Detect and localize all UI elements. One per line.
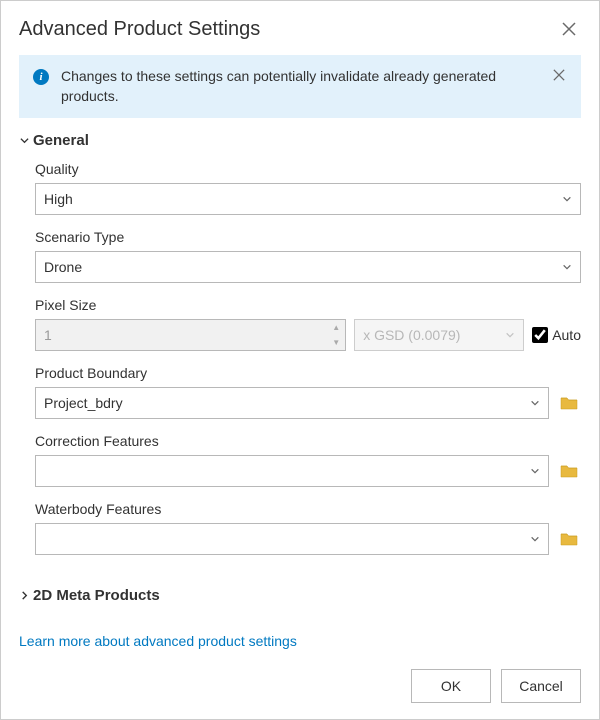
info-banner: Changes to these settings can potentiall… [19, 55, 581, 118]
scenario-type-select[interactable]: Drone [35, 251, 581, 283]
folder-icon [560, 463, 578, 479]
quality-select[interactable]: High [35, 183, 581, 215]
product-boundary-select[interactable]: Project_bdry [35, 387, 549, 419]
field-pixel-size: Pixel Size ▲▼ x GSD (0.0079) Auto [35, 297, 581, 351]
pixel-size-label: Pixel Size [35, 297, 581, 313]
section-header-general[interactable]: General [19, 132, 581, 149]
field-scenario-type: Scenario Type Drone [35, 229, 581, 283]
waterbody-features-browse-button[interactable] [557, 527, 581, 551]
auto-checkbox-label: Auto [552, 327, 581, 343]
product-boundary-browse-button[interactable] [557, 391, 581, 415]
pixel-size-input [35, 319, 346, 351]
section-body-general: Quality High Scenario Type Drone Pixel S… [19, 161, 581, 569]
caret-right-icon [19, 591, 29, 600]
gsd-unit-select: x GSD (0.0079) [354, 319, 524, 351]
dialog-header: Advanced Product Settings [19, 17, 581, 41]
quality-label: Quality [35, 161, 581, 177]
correction-features-select[interactable] [35, 455, 549, 487]
caret-down-icon [19, 136, 29, 145]
section-title: 2D Meta Products [33, 587, 160, 604]
auto-checkbox[interactable] [532, 327, 548, 343]
field-product-boundary: Product Boundary Project_bdry [35, 365, 581, 419]
correction-features-browse-button[interactable] [557, 459, 581, 483]
learn-more-link[interactable]: Learn more about advanced product settin… [19, 633, 581, 649]
product-boundary-label: Product Boundary [35, 365, 581, 381]
dialog-close-button[interactable] [557, 17, 581, 41]
dialog-title: Advanced Product Settings [19, 18, 260, 41]
ok-button[interactable]: OK [411, 669, 491, 703]
waterbody-features-select[interactable] [35, 523, 549, 555]
section-title: General [33, 132, 89, 149]
folder-icon [560, 531, 578, 547]
info-banner-text: Changes to these settings can potentiall… [61, 67, 539, 106]
close-icon [553, 69, 565, 81]
field-correction-features: Correction Features [35, 433, 581, 487]
field-waterbody-features: Waterbody Features [35, 501, 581, 555]
waterbody-features-label: Waterbody Features [35, 501, 581, 517]
section-header-2d-meta-products[interactable]: 2D Meta Products [19, 587, 581, 604]
info-banner-close-button[interactable] [551, 67, 567, 83]
folder-icon [560, 395, 578, 411]
cancel-button[interactable]: Cancel [501, 669, 581, 703]
auto-checkbox-group: Auto [532, 327, 581, 343]
info-icon [33, 69, 49, 85]
dialog-footer: OK Cancel [19, 669, 581, 703]
advanced-product-settings-dialog: Advanced Product Settings Changes to the… [0, 0, 600, 720]
field-quality: Quality High [35, 161, 581, 215]
correction-features-label: Correction Features [35, 433, 581, 449]
close-icon [562, 22, 576, 36]
scenario-type-label: Scenario Type [35, 229, 581, 245]
